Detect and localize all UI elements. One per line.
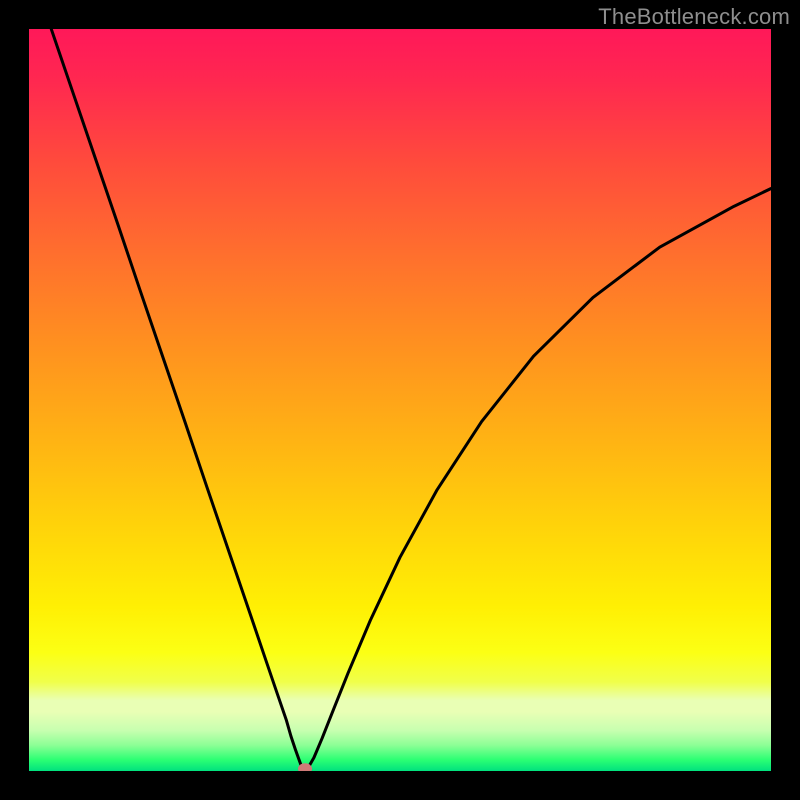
chart-svg xyxy=(29,29,771,771)
outer-frame: TheBottleneck.com xyxy=(0,0,800,800)
chart-plot-area xyxy=(29,29,771,771)
watermark-text: TheBottleneck.com xyxy=(598,4,790,30)
gradient-background xyxy=(29,29,771,771)
